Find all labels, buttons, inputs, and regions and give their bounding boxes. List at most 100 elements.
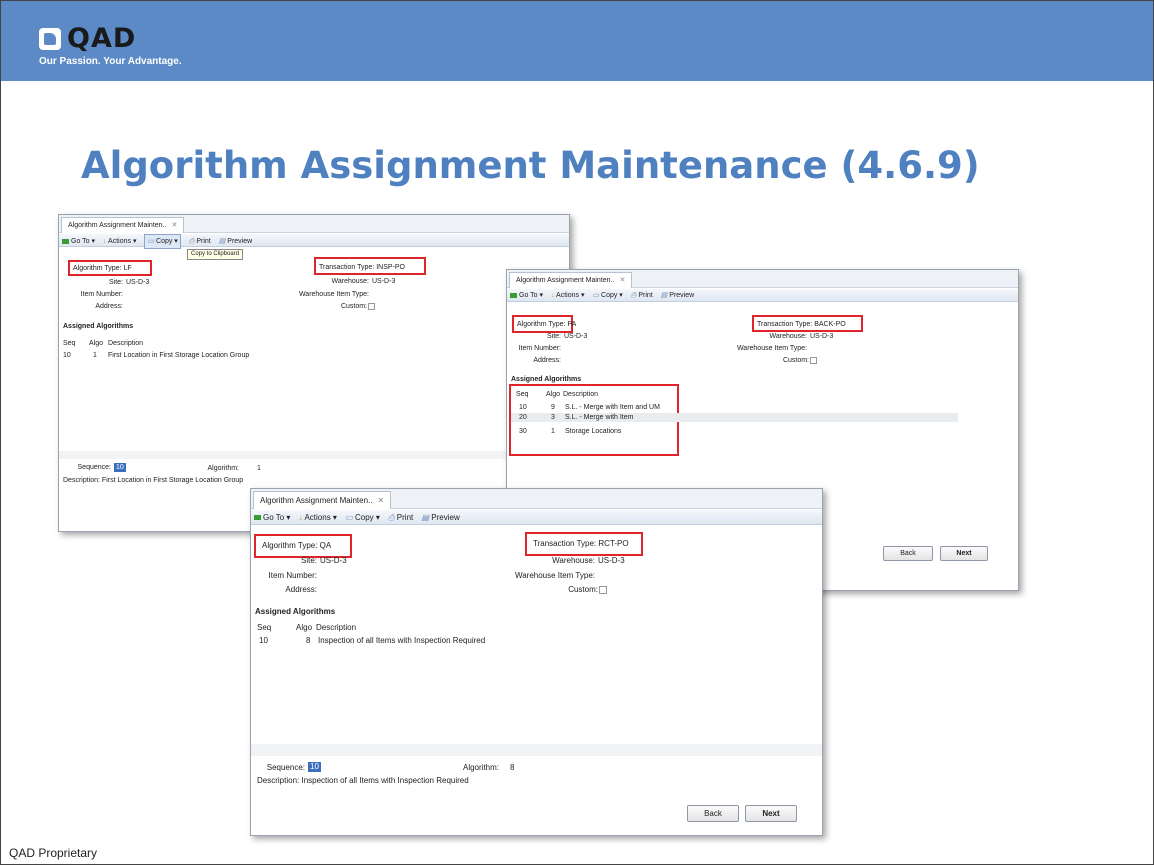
goto-button[interactable]: Go To ▾	[507, 289, 543, 302]
row-algo[interactable]: 9	[551, 403, 555, 412]
goto-button[interactable]: Go To ▾	[251, 510, 290, 525]
col-seq: Seq	[257, 623, 272, 632]
custom-checkbox[interactable]	[599, 585, 607, 594]
next-button[interactable]: Next	[940, 546, 988, 561]
site-value: US-D-3	[564, 333, 588, 340]
algorithm-type-value: LF	[123, 265, 132, 272]
back-button[interactable]: Back	[687, 805, 739, 822]
assigned-algorithms-heading: Assigned Algorithms	[63, 323, 134, 330]
address-label: Address:	[285, 585, 317, 594]
description-field: Description: First Location in First Sto…	[63, 476, 243, 485]
tab-strip: Algorithm Assignment Mainten.. ✕	[507, 270, 1018, 288]
transaction-type-label: Transaction Type:	[757, 321, 813, 328]
transaction-type-label: Transaction Type:	[533, 539, 597, 548]
warehouse-value: US-D-3	[598, 556, 625, 565]
row-algo[interactable]: 3	[551, 413, 555, 422]
warehouse-value: US-D-3	[810, 333, 834, 340]
goto-button[interactable]: Go To ▾	[59, 235, 95, 248]
warehouse-label: Warehouse:	[769, 333, 807, 340]
goto-icon	[254, 515, 261, 521]
print-button[interactable]: ⎙ Print	[388, 510, 413, 525]
preview-button[interactable]: ▤ Preview	[661, 289, 694, 302]
close-icon[interactable]: ✕	[378, 496, 385, 505]
item-number-label: Item Number:	[268, 571, 317, 580]
qad-logo-icon	[39, 28, 61, 50]
tab-label: Algorithm Assignment Mainten..	[516, 277, 615, 284]
row-algo[interactable]: 8	[306, 636, 310, 646]
close-icon[interactable]: ✕	[171, 222, 177, 229]
actions-label: Actions	[556, 292, 580, 299]
row-algo[interactable]: 1	[551, 427, 555, 436]
preview-button[interactable]: ▤ Preview	[421, 510, 459, 525]
col-algo: Algo	[89, 340, 104, 347]
site-label: Site:	[300, 556, 317, 565]
actions-button[interactable]: ↓ Actions ▾	[299, 510, 337, 525]
window-qa: Algorithm Assignment Mainten.. ✕ Go To ▾ …	[250, 488, 823, 836]
row-seq[interactable]: 10	[63, 351, 71, 360]
custom-label: Custom:	[568, 585, 598, 594]
actions-icon: ↓	[550, 292, 555, 299]
row-seq[interactable]: 20	[519, 413, 527, 422]
col-seq: Seq	[516, 391, 529, 398]
print-icon: ⎙	[388, 513, 395, 522]
row-algo[interactable]: 1	[93, 351, 97, 360]
goto-label: Go To	[519, 292, 538, 299]
print-button[interactable]: ⎙ Print	[631, 289, 653, 302]
back-button[interactable]: Back	[883, 546, 933, 561]
preview-button[interactable]: ▤ Preview	[219, 235, 252, 248]
toolbar: Go To ▾ ↓ Actions ▾ ▭ Copy ▾ ⎙ Print ▤ P…	[251, 510, 822, 525]
actions-button[interactable]: ↓ Actions ▾	[551, 289, 585, 302]
copy-button[interactable]: ▭ Copy ▾	[345, 510, 380, 525]
preview-label: Preview	[669, 292, 695, 299]
close-icon[interactable]: ✕	[619, 277, 625, 284]
tab-algorithm-assignment[interactable]: Algorithm Assignment Mainten.. ✕	[509, 272, 633, 288]
tab-strip: Algorithm Assignment Mainten.. ✕	[251, 489, 822, 509]
print-icon: ⎙	[188, 238, 195, 245]
item-number-label: Item Number:	[518, 345, 561, 352]
row-seq[interactable]: 10	[519, 403, 527, 412]
goto-label: Go To	[71, 238, 90, 245]
toolbar: Go To ▾ ↓ Actions ▾ ▭ Copy ▾ ⎙ Print ▤ P…	[507, 289, 1018, 302]
actions-icon: ↓	[102, 238, 107, 245]
row-description[interactable]: First Location in First Storage Location…	[108, 351, 249, 360]
algorithm-label: Algorithm:	[462, 763, 499, 772]
transaction-type-value: BACK-PO	[814, 321, 846, 328]
print-icon: ⎙	[630, 292, 637, 299]
custom-label: Custom:	[340, 303, 367, 310]
print-button[interactable]: ⎙ Print	[189, 235, 211, 248]
preview-icon: ▤	[421, 513, 430, 522]
algorithm-type-value: PA	[567, 321, 577, 328]
sequence-label: Sequence:	[266, 763, 305, 772]
description-label: Description:	[257, 776, 300, 785]
row-description[interactable]: Inspection of all Items with Inspection …	[318, 636, 485, 646]
transaction-type-value: INSP-PO	[376, 264, 406, 271]
actions-button[interactable]: ↓ Actions ▾	[103, 235, 137, 248]
qad-logo: QAD	[39, 25, 136, 52]
print-label: Print	[196, 238, 211, 245]
description-label: Description:	[63, 477, 100, 484]
row-description[interactable]: S.L. - Merge with Item	[565, 413, 633, 422]
sequence-input[interactable]: 10	[114, 463, 126, 472]
address-label: Address:	[533, 357, 561, 364]
custom-checkbox[interactable]	[368, 302, 375, 310]
tab-label: Algorithm Assignment Mainten..	[260, 496, 373, 505]
print-label: Print	[396, 513, 414, 522]
sequence-input[interactable]: 10	[308, 762, 321, 772]
row-description[interactable]: S.L. - Merge with Item and UM	[565, 403, 660, 412]
tab-strip: Algorithm Assignment Mainten.. ✕	[59, 215, 569, 233]
row-seq[interactable]: 10	[259, 636, 268, 646]
row-seq[interactable]: 30	[519, 427, 527, 436]
custom-label: Custom:	[782, 357, 809, 364]
row-description[interactable]: Storage Locations	[565, 427, 621, 436]
col-algo: Algo	[546, 391, 561, 398]
description-value: First Location in First Storage Location…	[101, 477, 244, 484]
custom-checkbox[interactable]	[810, 356, 817, 364]
divider-band	[251, 744, 822, 756]
copy-button[interactable]: ▭ Copy ▾	[144, 234, 181, 249]
tab-algorithm-assignment[interactable]: Algorithm Assignment Mainten.. ✕	[253, 491, 392, 509]
transaction-type-field: Transaction Type: INSP-PO	[319, 263, 405, 272]
goto-icon	[510, 292, 517, 298]
next-button[interactable]: Next	[745, 805, 797, 822]
copy-button[interactable]: ▭ Copy ▾	[592, 289, 622, 302]
tab-algorithm-assignment[interactable]: Algorithm Assignment Mainten.. ✕	[61, 217, 185, 233]
